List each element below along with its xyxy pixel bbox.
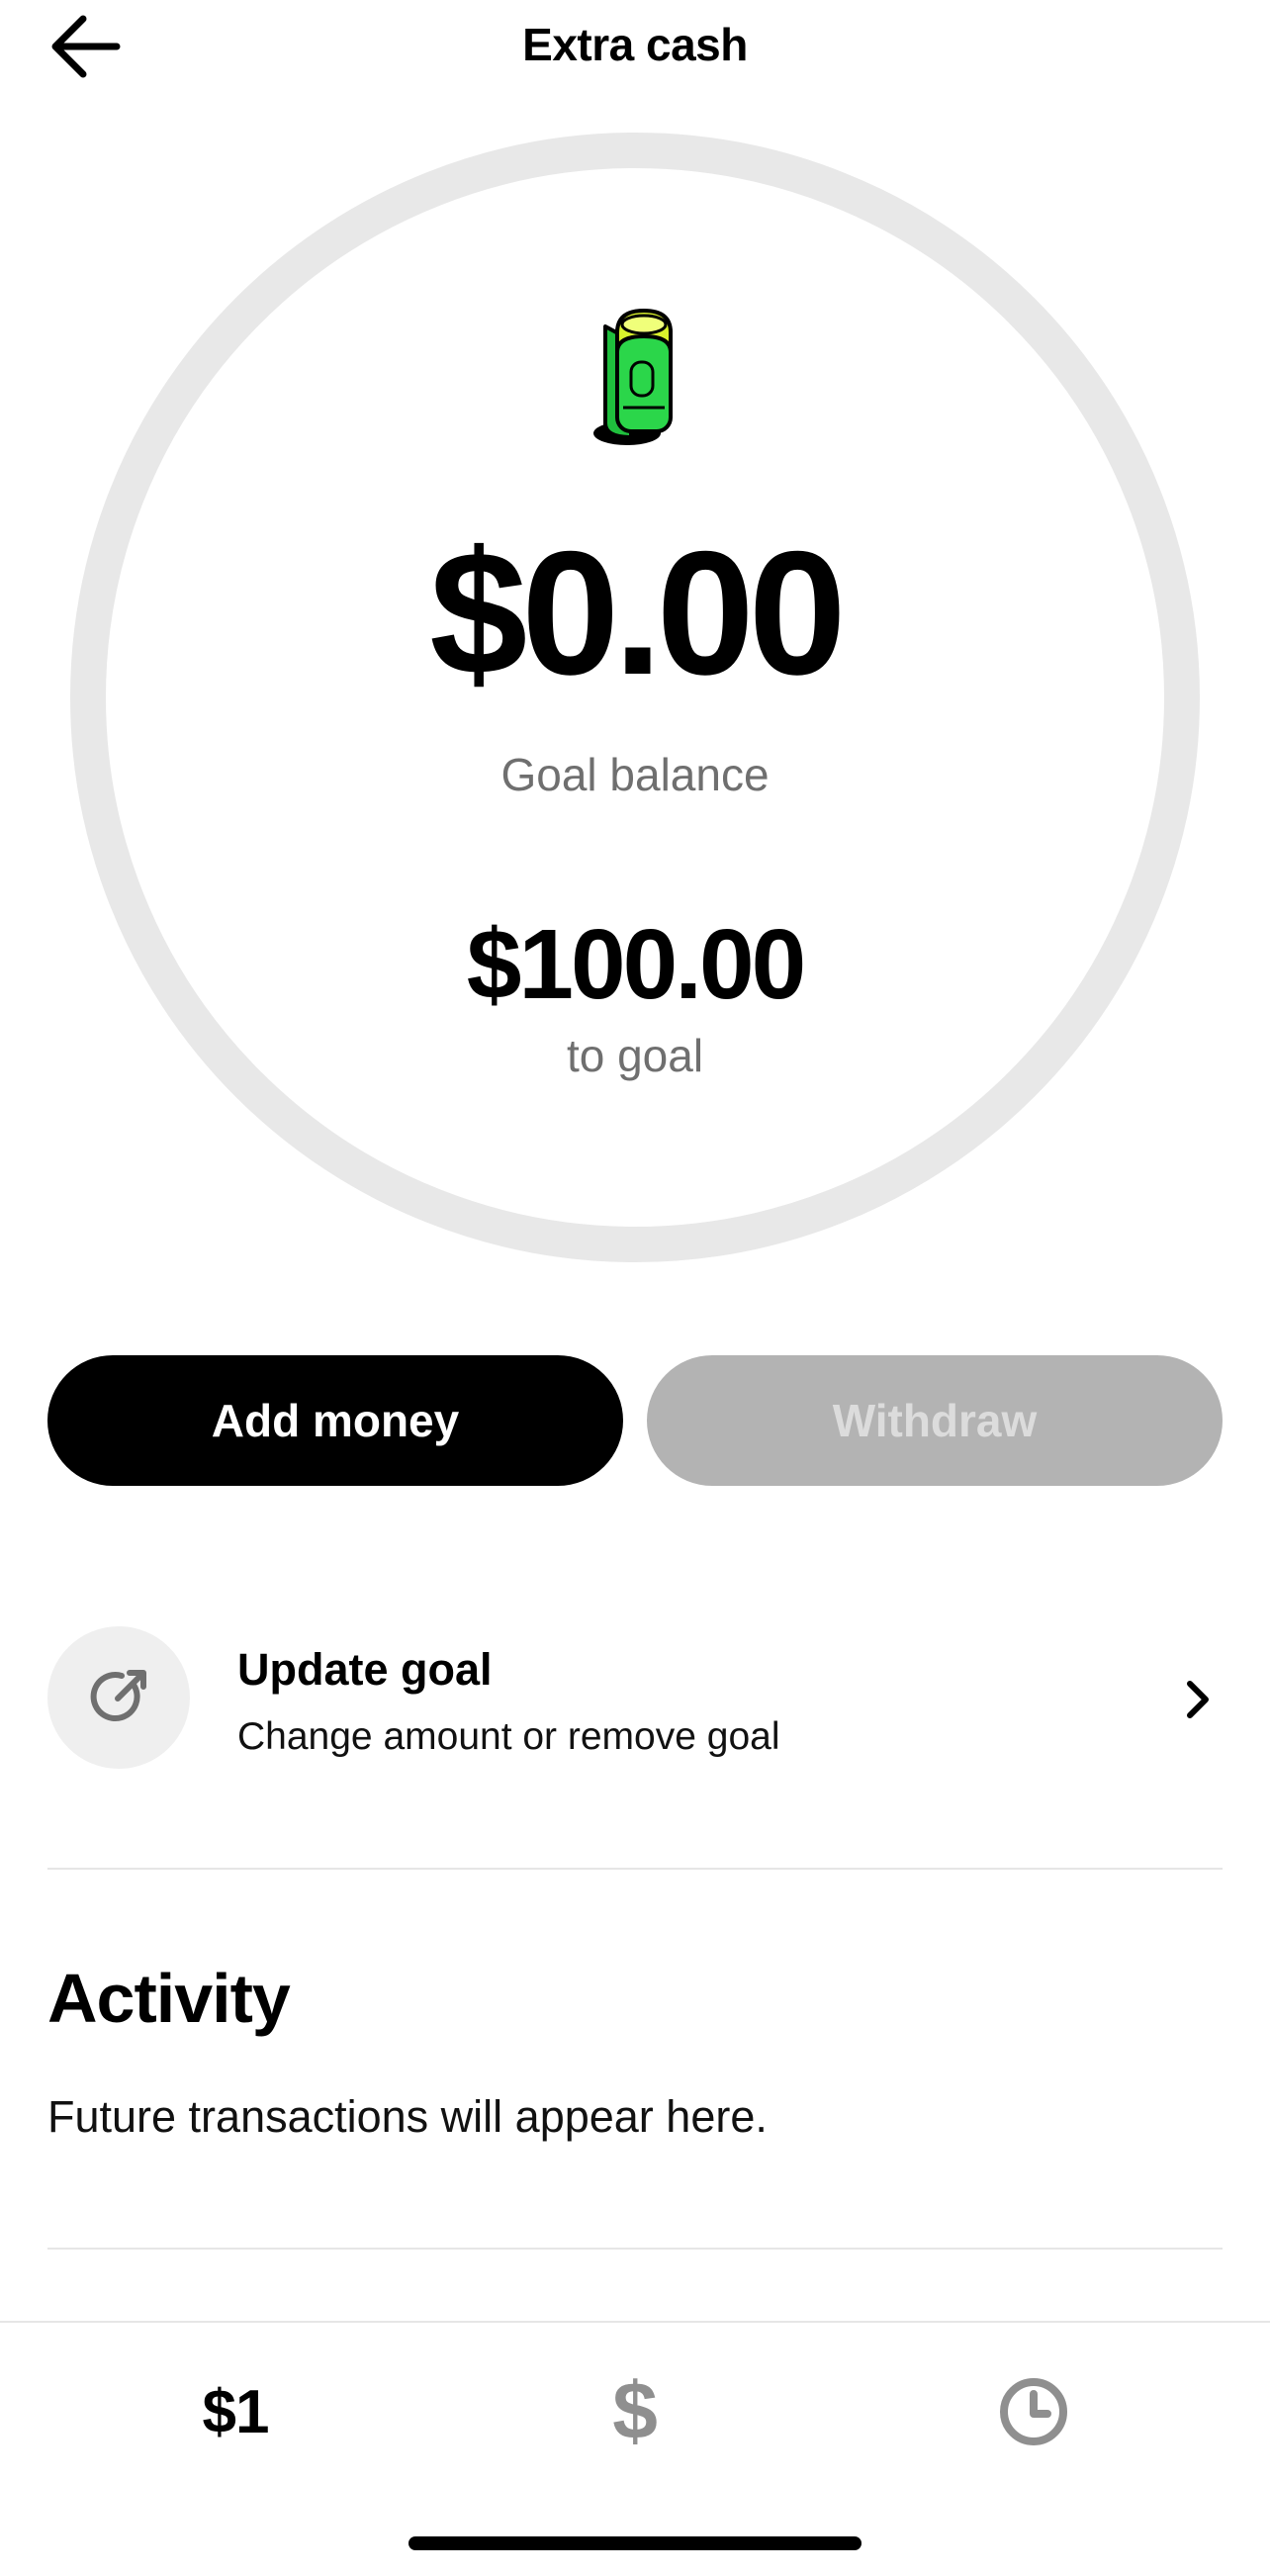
header: Extra cash: [0, 0, 1270, 99]
add-money-button[interactable]: Add money: [47, 1355, 623, 1486]
remaining-to-goal-label: to goal: [566, 1030, 704, 1081]
goal-balance-label: Goal balance: [500, 749, 770, 800]
chevron-right-icon: [1173, 1672, 1223, 1727]
tab-activity[interactable]: [954, 2362, 1113, 2461]
edit-goal-icon: [90, 1670, 146, 1722]
update-goal-icon-circle: [47, 1626, 190, 1769]
update-goal-row[interactable]: Update goal Change amount or remove goal: [47, 1626, 1223, 1775]
tab-dollar-one[interactable]: $1: [156, 2362, 315, 2461]
activity-heading: Activity: [47, 1960, 291, 2037]
divider: [47, 1868, 1223, 1870]
update-goal-title: Update goal: [237, 1644, 493, 1695]
update-goal-subtitle: Change amount or remove goal: [237, 1715, 780, 1758]
withdraw-button[interactable]: Withdraw: [647, 1355, 1223, 1486]
tab-dollar-sign[interactable]: $: [556, 2362, 714, 2461]
home-indicator: [408, 2536, 862, 2550]
activity-empty-text: Future transactions will appear here.: [47, 2091, 768, 2142]
bottom-tab-bar: $1 $: [0, 2321, 1270, 2576]
divider: [47, 2248, 1223, 2250]
page-title: Extra cash: [522, 19, 748, 70]
clock-icon: [1000, 2378, 1067, 2445]
goal-balance-amount: $0.00: [429, 514, 846, 711]
remaining-to-goal-amount: $100.00: [466, 909, 806, 1020]
rolled-cash-icon: [593, 309, 673, 445]
